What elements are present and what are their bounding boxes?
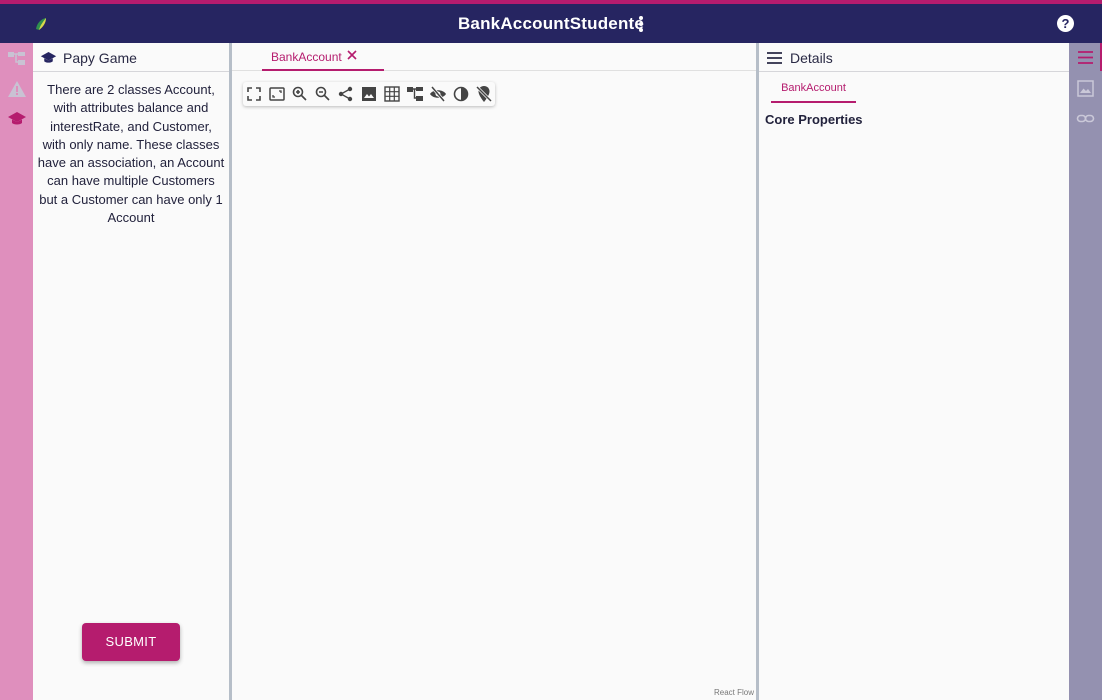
image-icon[interactable]	[360, 85, 378, 103]
location-off-icon[interactable]	[475, 85, 493, 103]
tab-label: BankAccount	[271, 50, 342, 64]
left-rail	[0, 43, 33, 700]
grid-icon[interactable]	[383, 85, 401, 103]
app-logo-icon[interactable]	[31, 15, 49, 33]
details-panel: Details BankAccount Core Properties	[759, 43, 1069, 700]
fit-view-icon[interactable]	[268, 85, 286, 103]
diagram-canvas[interactable]: BankAccount React Flow	[232, 43, 756, 700]
close-icon[interactable]	[345, 48, 359, 62]
panel-header: Papy Game	[33, 43, 229, 72]
section-title: Core Properties	[765, 112, 863, 127]
graduation-cap-icon[interactable]	[7, 109, 27, 129]
details-title: Details	[790, 50, 833, 66]
app-header: BankAccountStudente ?	[0, 4, 1102, 43]
zoom-out-icon[interactable]	[314, 85, 332, 103]
hierarchy-icon[interactable]	[406, 85, 424, 103]
hierarchy-icon[interactable]	[7, 49, 27, 69]
submit-button[interactable]: SUBMIT	[82, 623, 180, 661]
react-flow-attribution[interactable]: React Flow	[714, 688, 754, 697]
menu-icon[interactable]	[1076, 48, 1095, 67]
diagram-toolbar	[243, 82, 495, 106]
details-header: Details	[759, 43, 1069, 72]
right-rail	[1069, 43, 1102, 700]
graduation-cap-icon	[40, 52, 57, 63]
tab-bankaccount[interactable]: BankAccount	[262, 43, 384, 71]
exercise-prompt: There are 2 classes Account, with attrib…	[37, 82, 225, 226]
menu-icon	[767, 52, 782, 64]
more-options-icon[interactable]	[634, 14, 648, 36]
zoom-in-icon[interactable]	[291, 85, 309, 103]
app-title: BankAccountStudente	[457, 14, 645, 33]
tab-bankaccount-details[interactable]: BankAccount	[771, 79, 856, 103]
share-icon[interactable]	[337, 85, 355, 103]
image-icon[interactable]	[1076, 79, 1095, 98]
help-icon[interactable]: ?	[1057, 15, 1074, 32]
warning-icon[interactable]	[7, 79, 27, 99]
panel-title: Papy Game	[63, 50, 137, 66]
fullscreen-icon[interactable]	[245, 85, 263, 103]
diagram-tab-bar: BankAccount	[232, 43, 756, 71]
contrast-icon[interactable]	[452, 85, 470, 103]
visibility-off-icon[interactable]	[429, 85, 447, 103]
papy-game-panel: Papy Game There are 2 classes Account, w…	[33, 43, 229, 700]
link-icon[interactable]	[1076, 109, 1095, 128]
